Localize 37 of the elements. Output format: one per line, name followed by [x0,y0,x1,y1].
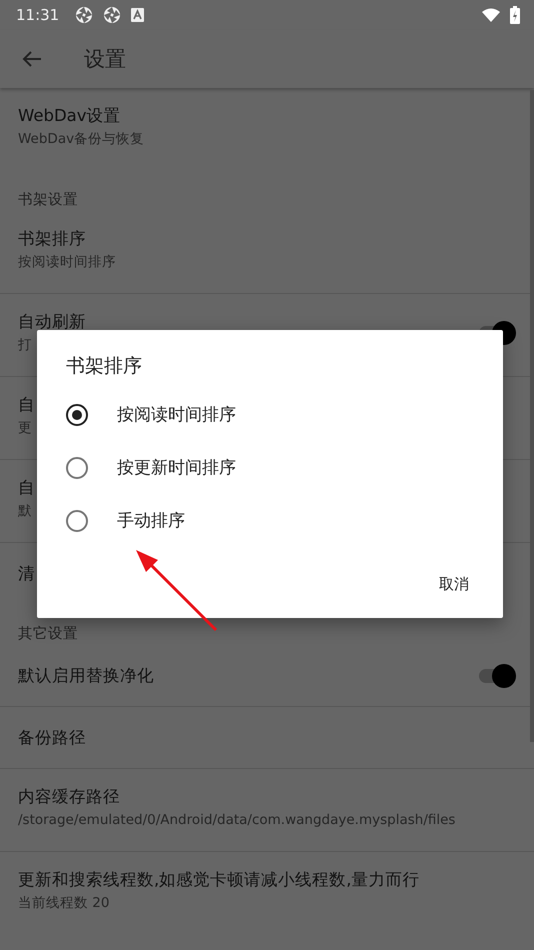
aperture-icon [103,6,122,24]
setting-title: 更新和搜索线程数,如感觉卡顿请减小线程数,量力而行 [18,869,420,891]
page-title: 设置 [84,46,126,73]
back-arrow-icon [22,50,42,68]
dialog-title: 书架排序 [66,354,142,379]
keyboard-icon [131,8,144,22]
radio-button[interactable] [66,456,88,478]
setting-title: 书架排序 [18,228,86,250]
radio-option[interactable]: 按更新时间排序 [37,441,503,494]
setting-title: 内容缓存路径 [18,786,120,808]
status-time: 11:31 [16,6,60,24]
setting-title: 默认启用替换净化 [18,664,154,686]
setting-summary: /storage/emulated/0/Android/data/com.wangdaye.mysplash/files [18,811,456,830]
setting-summary: 打 [18,336,32,355]
setting-summary: 当前线程数 20 [18,894,110,913]
radio-button[interactable] [66,404,88,426]
settings-item[interactable]: 内容缓存路径 /storage/emulated/0/Android/data/com.wangdaye.mysplash/files [0,769,534,852]
radio-option[interactable]: 按阅读时间排序 [37,388,503,441]
wifi-icon [482,8,500,22]
radio-button[interactable] [66,510,88,532]
setting-title: 备份路径 [18,726,86,748]
settings-item[interactable]: 更新和搜索线程数,如感觉卡顿请减小线程数,量力而行 当前线程数 20 [0,852,534,935]
category-header: 书架设置 [18,192,78,208]
category-header: 其它设置 [18,626,78,642]
radio-option[interactable]: 手动排序 [37,494,503,547]
battery-icon [510,6,520,24]
setting-summary: 更 [18,419,32,438]
cancel-button[interactable]: 取消 [425,567,483,602]
setting-title: 自 [18,477,35,499]
setting-title: 自动刷新 [18,311,86,333]
setting-title: WebDav设置 [18,105,121,127]
aperture-icon [75,6,94,24]
settings-item[interactable]: WebDav设置 WebDav备份与恢复 [0,88,534,171]
setting-summary: 默 [18,502,32,521]
setting-title: 自 [18,394,35,416]
setting-summary: 按阅读时间排序 [18,253,116,272]
setting-summary: WebDav备份与恢复 [18,130,144,149]
